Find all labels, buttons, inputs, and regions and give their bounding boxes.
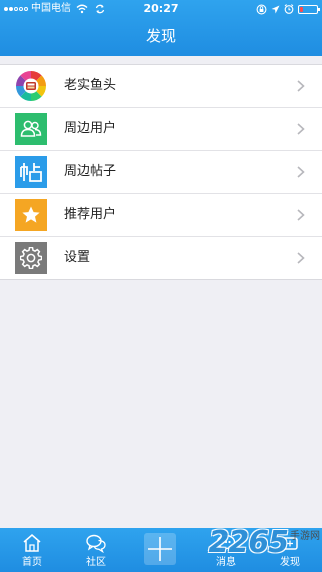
chevron-right-icon [297,123,305,135]
menu-item-label: 推荐用户 [64,207,117,222]
top-bar: 中国电信 20:27 发现 [0,0,322,56]
star-icon [15,199,47,231]
menu-item-laoshi-yutou[interactable]: 老实鱼头 [0,65,322,108]
chevron-right-icon [297,252,305,264]
page-title: 发现 [145,27,176,45]
app-logo-icon [15,70,47,102]
chevron-right-icon [297,209,305,221]
post-tie-icon [15,156,47,188]
status-right [256,3,320,15]
tab-home[interactable]: 首页 [0,528,64,572]
site-watermark: 2265 手游网 [209,524,321,560]
menu-item-nearby-posts[interactable]: 周边帖子 [0,151,322,194]
orientation-lock-icon [256,4,267,14]
menu-item-label: 周边帖子 [64,164,117,179]
battery-level-fill [300,6,304,12]
users-icon [15,113,47,145]
location-arrow-icon [271,5,280,13]
alarm-clock-icon [284,4,294,14]
bottom-tab-bar: 首页 社区 消息 发现 2265 手游网 [0,526,322,572]
tab-label: 社区 [86,557,106,568]
menu-item-label: 老实鱼头 [64,78,117,93]
chevron-right-icon [297,80,305,92]
watermark-text: 手游网 [290,531,320,542]
chat-bubbles-icon [86,534,106,553]
menu-item-label: 设置 [64,250,91,265]
plus-icon [148,537,172,561]
battery-icon [298,4,320,14]
post-button[interactable] [144,533,176,565]
home-icon [23,534,41,552]
discover-menu-list: 老实鱼头 周边用户 周边帖子 推荐用户 设置 [0,64,322,280]
watermark-number: 2265 [208,525,289,560]
tab-label: 首页 [22,557,42,568]
menu-item-recommended-users[interactable]: 推荐用户 [0,194,322,237]
status-bar: 中国电信 20:27 [0,0,322,18]
menu-item-label: 周边用户 [64,121,117,136]
chevron-right-icon [297,166,305,178]
tab-community[interactable]: 社区 [64,528,128,572]
menu-item-settings[interactable]: 设置 [0,237,322,279]
menu-item-nearby-users[interactable]: 周边用户 [0,108,322,151]
gear-icon [15,242,47,274]
